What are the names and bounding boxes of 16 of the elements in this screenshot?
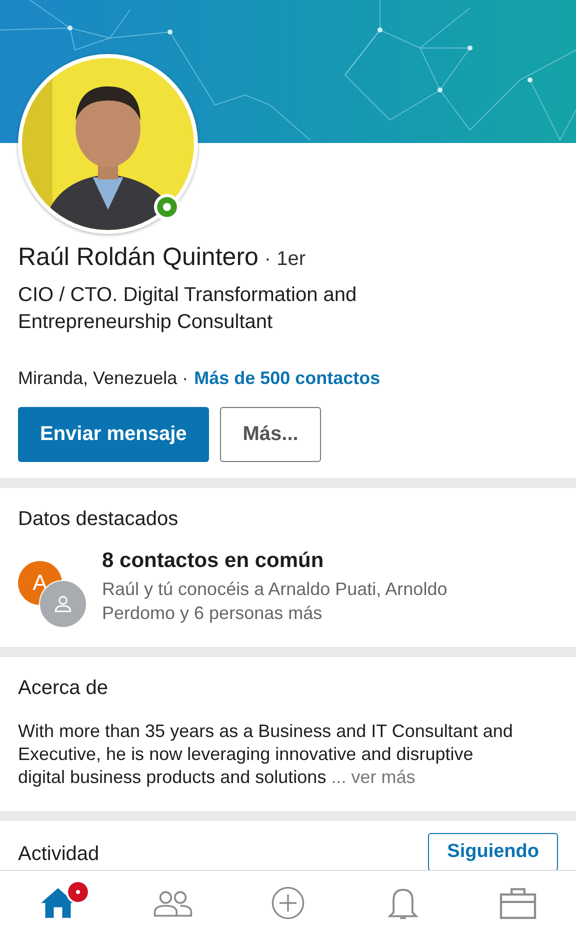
section-title: Datos destacados bbox=[18, 508, 180, 531]
message-button[interactable]: Enviar mensaje bbox=[18, 407, 209, 462]
profile-headline: CIO / CTO. Digital Transformation and Entrepreneurship Consultant bbox=[18, 283, 358, 335]
connections-link[interactable]: Más de 500 contactos bbox=[194, 368, 380, 389]
more-button[interactable]: Más... bbox=[220, 407, 322, 462]
connection-degree: · 1er bbox=[264, 248, 306, 271]
section-title: Actividad bbox=[18, 843, 100, 866]
see-more-link[interactable]: ... ver más bbox=[331, 767, 416, 787]
briefcase-icon bbox=[498, 886, 538, 920]
about-text: With more than 35 years as a Business and IT Consultant and Executive, he is now leveraging innovative and disruptive digital business products and solutions ... ver más bbox=[18, 720, 514, 789]
shared-contacts-text: Raúl y tú conocéis a Arnaldo Puati, Arnoldo Perdomo y 6 personas más bbox=[102, 578, 448, 625]
location: Miranda, Venezuela · bbox=[18, 368, 188, 389]
section-title: Acerca de bbox=[18, 677, 110, 700]
shared-contacts-heading[interactable]: 8 contactos en común bbox=[102, 549, 502, 573]
profile-name: Raúl Roldán Quintero bbox=[18, 243, 258, 272]
following-button[interactable]: Siguiendo bbox=[428, 833, 558, 870]
